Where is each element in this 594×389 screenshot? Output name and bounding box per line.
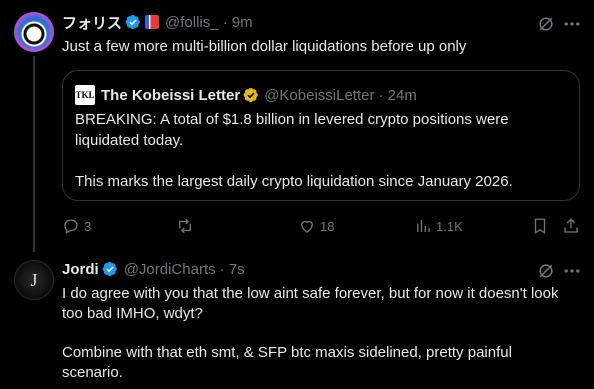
- tweet2-text-line1: I do agree with you that the low aint sa…: [62, 285, 559, 302]
- tweet1-author-name[interactable]: フォリス: [62, 12, 122, 33]
- verified-badge-icon: [125, 14, 140, 30]
- kobeissi-logo-icon: TKL: [75, 85, 95, 105]
- tweet1-header: フォリス @follis_ · 9m: [62, 12, 253, 32]
- reply-button[interactable]: 3: [62, 217, 91, 235]
- flag-emoji-icon: [145, 15, 160, 29]
- grok-icon[interactable]: [536, 261, 556, 286]
- tweet2-text-line3: Combine with that eth smt, & SFP btc max…: [62, 344, 512, 361]
- more-options-icon[interactable]: [562, 14, 582, 39]
- views-chart-icon: [417, 220, 430, 232]
- more-options-icon[interactable]: [562, 261, 582, 286]
- avatar-jordi[interactable]: J: [14, 260, 54, 300]
- quote-text-line2: liquidated today.: [75, 132, 184, 149]
- avatar-follis[interactable]: [14, 12, 54, 52]
- quote-handle: @KobeissiLetter: [264, 86, 375, 104]
- quote-timestamp: · 24m: [378, 86, 417, 104]
- verified-badge-icon: [102, 261, 117, 277]
- repost-icon: [179, 218, 191, 234]
- quote-author-name: The Kobeissi Letter: [101, 86, 241, 104]
- tweet2-header: Jordi @JordiCharts · 7s: [62, 259, 245, 279]
- reply-count: 3: [84, 218, 92, 234]
- bookmark-button[interactable]: [531, 217, 549, 235]
- tweet1-text: Just a few more multi-billion dollar liq…: [62, 38, 467, 55]
- reply-icon: [64, 219, 78, 234]
- tweet2-author-name[interactable]: Jordi: [62, 261, 99, 278]
- tweet1-timestamp[interactable]: · 9m: [223, 14, 253, 31]
- quote-text-line1: BREAKING: A total of $1.8 billion in lev…: [75, 111, 509, 128]
- heart-icon: [301, 220, 313, 233]
- share-icon: [564, 218, 578, 233]
- quote-header: TKL The Kobeissi Letter @KobeissiLetter …: [75, 85, 417, 105]
- views-button[interactable]: 1.1K: [414, 217, 463, 235]
- views-count: 1.1K: [436, 218, 463, 234]
- thread-connector-line: [33, 56, 35, 252]
- tweet2-text-line4: scenario.: [62, 364, 123, 381]
- tweet1-handle[interactable]: @follis_: [165, 14, 219, 31]
- share-button[interactable]: [562, 217, 580, 235]
- bookmark-icon: [534, 218, 546, 235]
- tweet2-text-line2: too bad IMHO, wdyt?: [62, 305, 203, 322]
- tweet2-handle[interactable]: @JordiCharts: [124, 261, 216, 278]
- grok-icon[interactable]: [536, 14, 556, 39]
- quote-text-line3: This marks the largest daily crypto liqu…: [75, 173, 513, 190]
- like-count: 18: [320, 218, 335, 234]
- like-button[interactable]: 18: [298, 217, 334, 235]
- repost-button[interactable]: [176, 217, 194, 235]
- verified-gold-badge-icon: [243, 87, 259, 103]
- tweet2-timestamp[interactable]: · 7s: [220, 261, 245, 278]
